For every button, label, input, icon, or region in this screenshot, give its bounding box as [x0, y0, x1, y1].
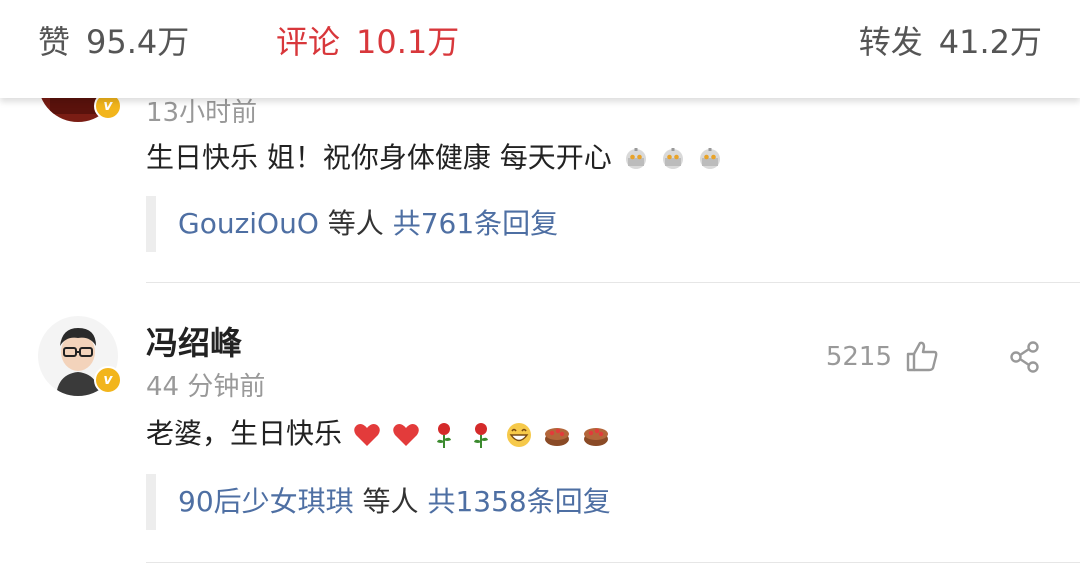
comments-label: 评论	[276, 23, 341, 61]
reposts-tab[interactable]: 转发 41.2万	[859, 20, 1042, 64]
comment-text: 生日快乐 姐！祝你身体健康 每天开心	[146, 138, 723, 178]
reply-mid-text: 等人	[318, 207, 393, 240]
share-icon[interactable]	[1008, 340, 1042, 374]
reply-mid-text: 等人	[353, 485, 428, 518]
doge-icon	[699, 148, 720, 169]
likes-label: 赞	[38, 23, 71, 61]
divider	[146, 562, 1080, 563]
comment-text-body: 生日快乐 姐！祝你身体健康 每天开心	[146, 141, 612, 174]
comment-text: 老婆，生日快乐	[146, 414, 610, 454]
rose-icon	[473, 423, 488, 448]
stats-bar: 赞 95.4万 评论 10.1万 转发 41.2万	[0, 0, 1080, 98]
reply-bar	[146, 196, 156, 252]
cake-icon	[584, 428, 609, 446]
reply-users[interactable]: GouziOuO	[178, 207, 319, 240]
reply-count[interactable]: 共1358条回复	[427, 485, 610, 518]
likes-tab[interactable]: 赞 95.4万	[38, 20, 189, 64]
emoji-group	[342, 417, 610, 450]
grin-icon	[506, 423, 531, 447]
comments-tab[interactable]: 评论 10.1万	[276, 20, 459, 64]
reply-preview[interactable]: GouziOuO 等人 共761条回复	[146, 196, 1046, 252]
emoji-group	[612, 141, 723, 174]
heart-icon	[393, 424, 419, 446]
thumbs-up-icon[interactable]	[904, 338, 940, 374]
reposts-value: 41.2万	[938, 23, 1042, 61]
verified-badge-icon: v	[94, 366, 122, 394]
comment-text-body: 老婆，生日快乐	[146, 417, 343, 450]
likes-value: 95.4万	[86, 23, 190, 61]
avatar[interactable]: v	[38, 316, 122, 396]
reply-summary: GouziOuO 等人 共761条回复	[178, 204, 558, 244]
comments-value: 10.1万	[356, 23, 460, 61]
comment-item: v 冯绍峰 44 分钟前 5215 老婆，生日快乐 90后少女琪琪 等人 共13…	[0, 284, 1080, 566]
reply-bar	[146, 474, 156, 530]
comment-username[interactable]: 冯绍峰	[146, 318, 242, 364]
doge-icon	[625, 148, 646, 169]
reply-summary: 90后少女琪琪 等人 共1358条回复	[178, 482, 611, 522]
reply-count[interactable]: 共761条回复	[393, 207, 558, 240]
doge-icon	[662, 148, 683, 169]
comment-time: 44 分钟前	[146, 372, 266, 402]
reposts-label: 转发	[858, 23, 923, 61]
rose-icon	[436, 423, 451, 448]
like-count: 5215	[825, 342, 892, 372]
reply-users[interactable]: 90后少女琪琪	[178, 485, 354, 518]
heart-icon	[354, 424, 380, 446]
cake-icon	[545, 428, 570, 446]
reply-preview[interactable]: 90后少女琪琪 等人 共1358条回复	[146, 474, 1046, 530]
divider	[146, 282, 1080, 283]
